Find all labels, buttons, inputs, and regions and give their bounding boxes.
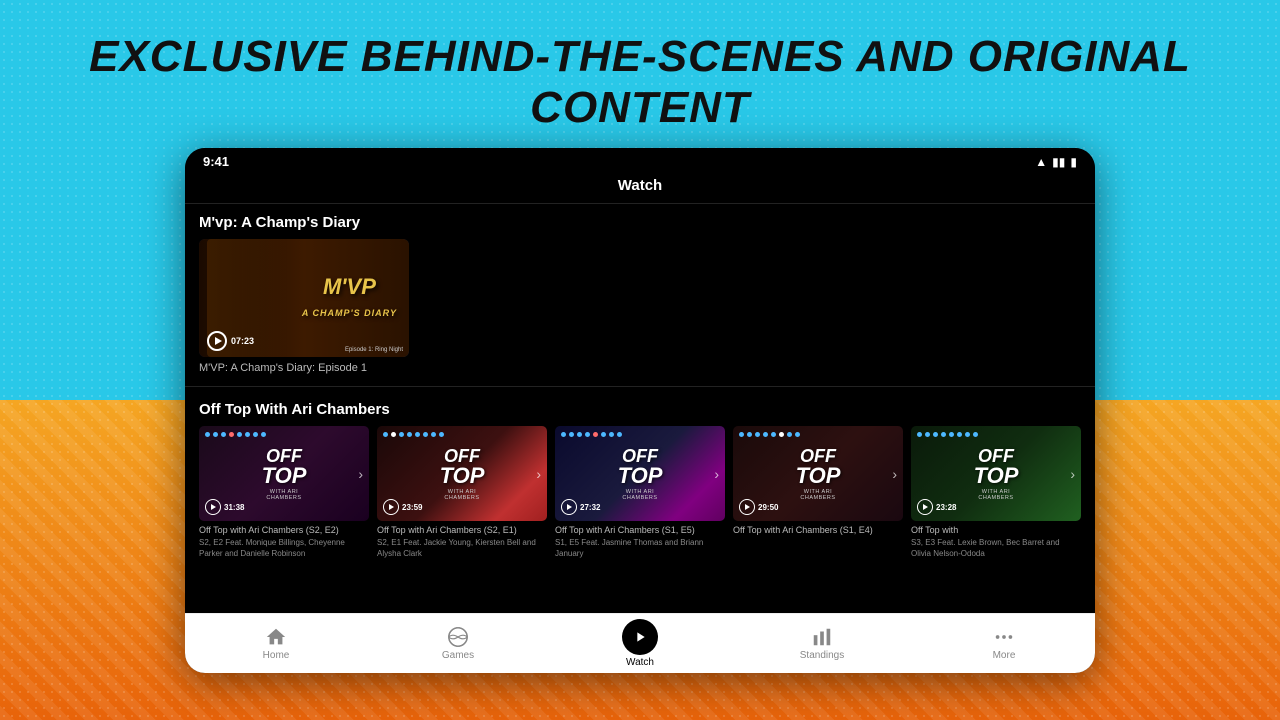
video-card-1[interactable]: OFFTOP WITH ARICHAMBERS › 31:38 Off Top (199, 426, 369, 560)
video-play-btn-1[interactable]: 31:38 (205, 499, 244, 515)
app-title: Watch (618, 177, 662, 194)
video-caption-4: Off Top with Ari Chambers (S1, E4) (733, 521, 903, 537)
video-thumbnail-4[interactable]: OFFTOP WITH ARICHAMBERS › 29:50 (733, 426, 903, 521)
phone-frame: 9:41 ▲ ▮▮ ▮ Watch M'vp: A Champ's Diary … (185, 148, 1095, 673)
section-mvp: M'vp: A Champ's Diary M'VP A CHAMP'S DIA… (185, 204, 1095, 382)
off-top-subtitle-4: WITH ARICHAMBERS (800, 489, 835, 501)
section-offtop-title: Off Top With Ari Chambers (185, 401, 1095, 426)
play-triangle (215, 337, 222, 345)
chevron-icon-4: › (892, 466, 897, 482)
episode-label: Episode 1: Ring Night (345, 347, 403, 353)
small-duration-5: 23:28 (936, 503, 956, 512)
app-header: Watch (185, 173, 1095, 204)
standings-icon (811, 626, 833, 648)
nav-label-home: Home (263, 650, 290, 661)
chevron-icon-1: › (358, 466, 363, 482)
content-area[interactable]: M'vp: A Champ's Diary M'VP A CHAMP'S DIA… (185, 204, 1095, 639)
headline: EXCLUSIVE BEHIND-THE-SCENES AND ORIGINAL… (0, 32, 1280, 133)
games-icon (447, 626, 469, 648)
small-play-circle[interactable] (917, 499, 933, 515)
play-button[interactable]: 07:23 (207, 331, 254, 351)
play-icon-circle[interactable] (207, 331, 227, 351)
off-top-title-2: OFFTOP (440, 447, 485, 487)
status-bar: 9:41 ▲ ▮▮ ▮ (185, 148, 1095, 173)
chevron-icon-2: › (536, 466, 541, 482)
more-icon (993, 626, 1015, 648)
featured-caption: M'VP: A Champ's Diary: Episode 1 (199, 357, 409, 374)
battery-icon: ▮ (1070, 155, 1077, 169)
video-thumbnail-2[interactable]: OFFTOP WITH ARICHAMBERS › 23:59 (377, 426, 547, 521)
nav-label-standings: Standings (800, 650, 844, 661)
nav-item-home[interactable]: Home (185, 626, 367, 661)
small-play-circle[interactable] (205, 499, 221, 515)
off-top-subtitle-3: WITH ARICHAMBERS (622, 489, 657, 501)
section-offtop: Off Top With Ari Chambers (185, 391, 1095, 568)
off-top-subtitle-5: WITH ARICHAMBERS (978, 489, 1013, 501)
small-duration-2: 23:59 (402, 503, 422, 512)
section-mvp-title: M'vp: A Champ's Diary (185, 214, 1095, 239)
video-thumbnail-1[interactable]: OFFTOP WITH ARICHAMBERS › 31:38 (199, 426, 369, 521)
video-card-5[interactable]: OFFTOP WITH ARICHAMBERS › 23:28 Off Top (911, 426, 1081, 560)
watch-play-icon (632, 629, 648, 645)
mvp-logo: M'VP A CHAMP'S DIARY (302, 276, 397, 320)
nav-label-more: More (993, 650, 1016, 661)
small-triangle (389, 504, 394, 510)
video-card-4[interactable]: OFFTOP WITH ARICHAMBERS › 29:50 Off Top (733, 426, 903, 560)
video-caption-3: Off Top with Ari Chambers (S1, E5) S1, E… (555, 521, 725, 560)
off-top-title-5: OFFTOP (974, 447, 1019, 487)
watch-button[interactable] (622, 619, 658, 655)
divider (185, 386, 1095, 387)
off-top-subtitle-2: WITH ARICHAMBERS (444, 489, 479, 501)
small-play-circle[interactable] (739, 499, 755, 515)
nav-item-games[interactable]: Games (367, 626, 549, 661)
duration-text: 07:23 (231, 336, 254, 346)
wifi-icon: ▲ (1035, 155, 1047, 169)
nav-item-standings[interactable]: Standings (731, 626, 913, 661)
small-triangle (745, 504, 750, 510)
signal-icon: ▮▮ (1052, 155, 1065, 169)
nav-item-watch[interactable]: Watch (549, 619, 731, 668)
nav-item-more[interactable]: More (913, 626, 1095, 661)
small-duration-1: 31:38 (224, 503, 244, 512)
nav-label-games: Games (442, 650, 474, 661)
video-play-btn-3[interactable]: 27:32 (561, 499, 600, 515)
off-top-title-4: OFFTOP (796, 447, 841, 487)
video-play-btn-4[interactable]: 29:50 (739, 499, 778, 515)
video-play-btn-2[interactable]: 23:59 (383, 499, 422, 515)
status-time: 9:41 (203, 154, 229, 169)
video-scroll-row[interactable]: OFFTOP WITH ARICHAMBERS › 31:38 Off Top (185, 426, 1095, 560)
small-play-circle[interactable] (561, 499, 577, 515)
off-top-title-3: OFFTOP (618, 447, 663, 487)
chevron-icon-5: › (1070, 466, 1075, 482)
video-card-2[interactable]: OFFTOP WITH ARICHAMBERS › 23:59 Off Top (377, 426, 547, 560)
small-duration-3: 27:32 (580, 503, 600, 512)
video-caption-2: Off Top with Ari Chambers (S2, E1) S2, E… (377, 521, 547, 560)
featured-video[interactable]: M'VP A CHAMP'S DIARY 07:23 Episode 1: Ri… (199, 239, 409, 374)
video-caption-1: Off Top with Ari Chambers (S2, E2) S2, E… (199, 521, 369, 560)
featured-thumbnail[interactable]: M'VP A CHAMP'S DIARY 07:23 Episode 1: Ri… (199, 239, 409, 357)
bottom-nav: Home Games Watch Standings More (185, 613, 1095, 673)
small-triangle (923, 504, 928, 510)
video-thumbnail-5[interactable]: OFFTOP WITH ARICHAMBERS › 23:28 (911, 426, 1081, 521)
video-thumbnail-3[interactable]: OFFTOP WITH ARICHAMBERS › 27:32 (555, 426, 725, 521)
small-duration-4: 29:50 (758, 503, 778, 512)
video-play-btn-5[interactable]: 23:28 (917, 499, 956, 515)
status-icons: ▲ ▮▮ ▮ (1035, 155, 1077, 169)
nav-label-watch: Watch (626, 657, 654, 668)
home-icon (265, 626, 287, 648)
small-triangle (211, 504, 216, 510)
video-caption-5: Off Top with S3, E3 Feat. Lexie Brown, B… (911, 521, 1081, 560)
off-top-subtitle-1: WITH ARICHAMBERS (266, 489, 301, 501)
chevron-icon-3: › (714, 466, 719, 482)
off-top-title-1: OFFTOP (262, 447, 307, 487)
small-play-circle[interactable] (383, 499, 399, 515)
video-card-3[interactable]: OFFTOP WITH ARICHAMBERS › 27:32 Off Top (555, 426, 725, 560)
small-triangle (567, 504, 572, 510)
